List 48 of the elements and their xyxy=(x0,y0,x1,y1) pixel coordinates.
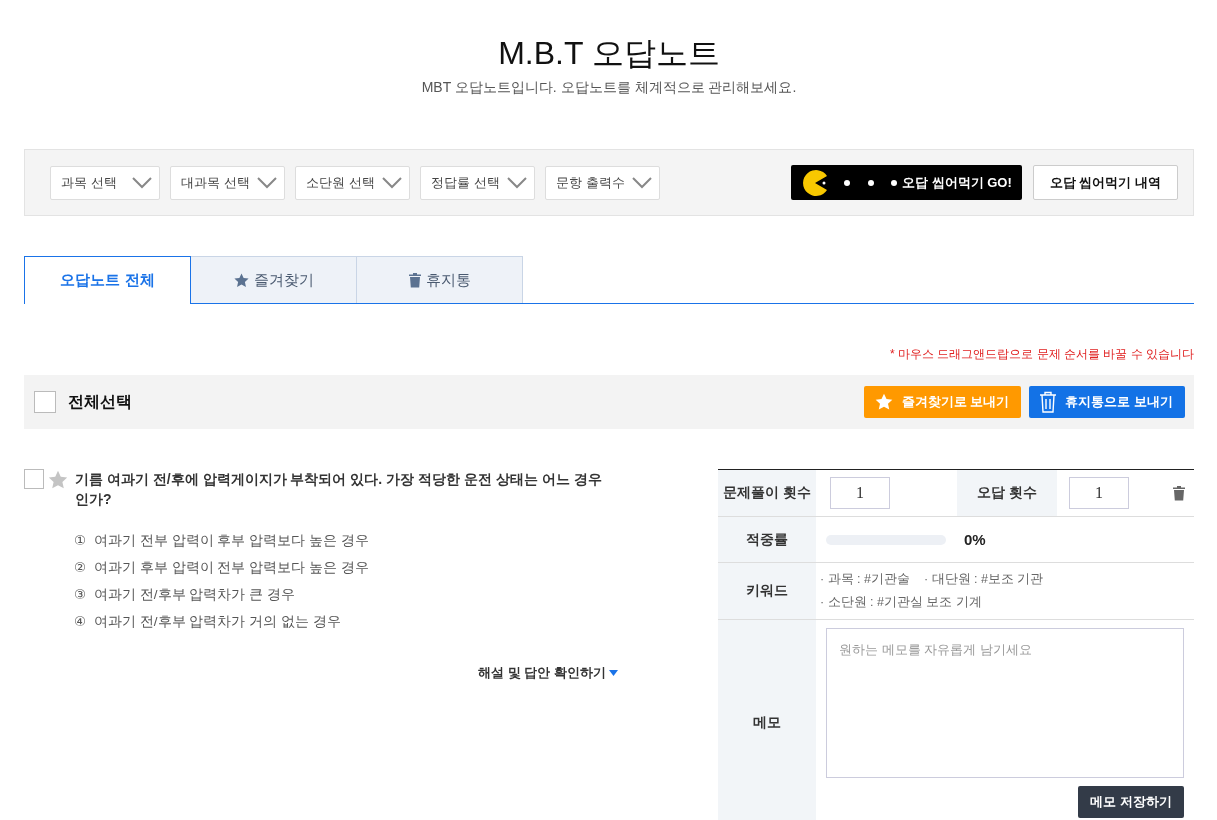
save-memo-button[interactable]: 메모 저장하기 xyxy=(1078,786,1184,818)
question-text: 기름 여과기 전/후에 압력게이지가 부착되어 있다. 가장 적당한 운전 상태는 어느 경우인가? xyxy=(75,470,603,509)
answer-option[interactable]: ③ 여과기 전/후부 압력차가 큰 경우 xyxy=(74,585,624,604)
dropdown-select[interactable]: 소단원 선택 xyxy=(295,165,410,200)
drag-notice: * 마우스 드래그앤드랍으로 문제 순서를 바꿀 수 있습니다 xyxy=(890,346,1194,363)
row-label: 오답 횟수 xyxy=(957,470,1057,516)
keyword-tag: · 소단원 : #기관실 보조 기계 xyxy=(820,594,1190,611)
dropdown-select[interactable]: 정답률 선택 xyxy=(420,165,535,200)
page-subtitle: MBT 오답노트입니다. 오답노트를 체계적으로 관리해보세요. xyxy=(421,79,797,97)
row-label: 키워드 xyxy=(718,563,816,620)
chevron-down-icon xyxy=(256,176,278,189)
trash-send-button[interactable]: 휴지통으로 보내기 xyxy=(1029,386,1185,418)
trash-icon xyxy=(408,272,422,288)
chevron-down-icon xyxy=(381,176,403,189)
answer-option[interactable]: ② 여과기 후부 압력이 전부 압력보다 높은 경우 xyxy=(74,558,624,577)
keyword-tag: · 대단원 : #보조 기관 xyxy=(924,571,1044,588)
select-all-checkbox[interactable] xyxy=(34,391,56,413)
dropdown-select[interactable]: 대과목 선택 xyxy=(170,165,285,200)
question-checkbox[interactable] xyxy=(24,469,44,489)
explanation-link[interactable]: 해설 및 답안 확인하기 xyxy=(478,664,618,682)
dropdown-select[interactable]: 과목 선택 xyxy=(50,165,160,200)
tab[interactable]: 오답노트 전체 xyxy=(24,256,191,304)
tab[interactable]: 휴지통 xyxy=(356,256,523,303)
count-field[interactable]: 1 xyxy=(830,477,890,509)
chevron-down-icon xyxy=(506,176,528,189)
accuracy-reading: 0% xyxy=(964,531,986,548)
star-icon[interactable] xyxy=(47,469,69,491)
go-button[interactable]: 오답 씹어먹기 GO! xyxy=(791,165,1022,200)
answer-option[interactable]: ④ 여과기 전/후부 압력차가 거의 없는 경우 xyxy=(74,612,624,631)
row-label: 적중률 xyxy=(718,517,816,563)
row-label: 문제풀이 횟수 xyxy=(718,470,816,517)
trash-icon[interactable] xyxy=(1172,485,1186,501)
keyword-tag: · 과목 : #기관술 xyxy=(820,571,910,588)
memo-field[interactable]: 원하는 메모를 자유롭게 남기세요 xyxy=(826,628,1184,778)
star-icon xyxy=(873,392,894,412)
trash-icon xyxy=(1039,391,1058,413)
chevron-down-icon xyxy=(131,176,153,189)
select-all-label: 전체선택 xyxy=(68,391,132,412)
history-button[interactable]: 오답 씹어먹기 내역 xyxy=(1032,165,1178,200)
tab[interactable]: 즐겨찾기 xyxy=(190,256,357,303)
star-icon xyxy=(233,271,250,289)
caret-down-icon xyxy=(609,670,618,676)
answer-option[interactable]: ① 여과기 전부 압력이 후부 압력보다 높은 경우 xyxy=(74,531,624,550)
page-title: M.B.T 오답노트 xyxy=(498,34,720,73)
chevron-down-icon xyxy=(631,176,653,189)
count-field[interactable]: 1 xyxy=(1069,477,1129,509)
row-label: 메모 xyxy=(718,620,816,820)
dropdown-select[interactable]: 문항 출력수 xyxy=(545,165,660,200)
